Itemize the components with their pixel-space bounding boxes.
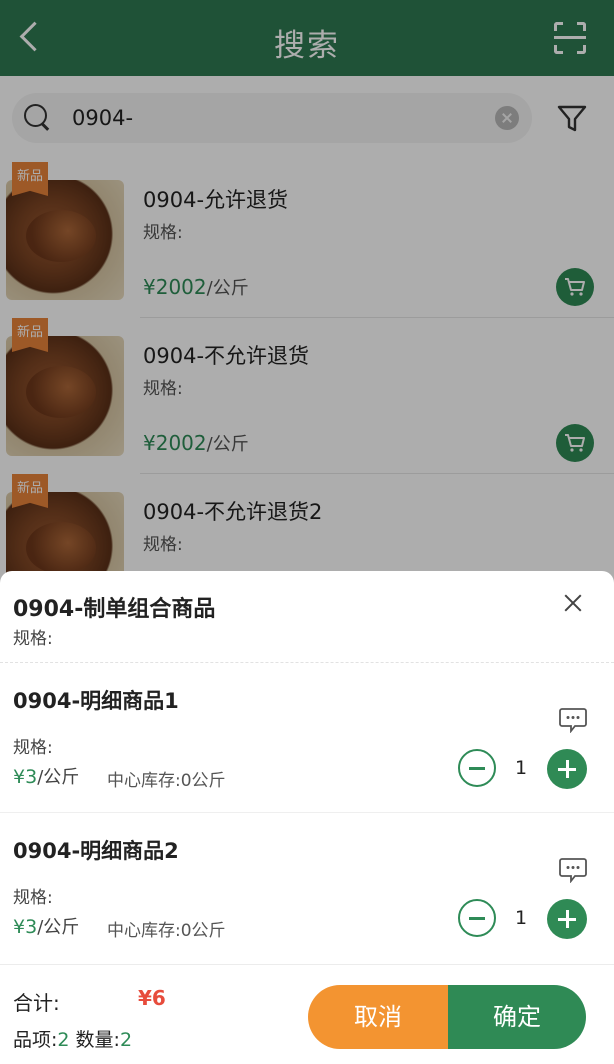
confirm-button[interactable]: 确定 (448, 985, 586, 1049)
decrease-button[interactable] (458, 899, 496, 937)
stock-label: 中心库存:0公斤 (107, 921, 226, 941)
sheet-header: 0904-制单组合商品 规格: (0, 571, 614, 663)
increase-button[interactable] (547, 749, 587, 789)
detail-price: ¥3/公斤 (13, 766, 80, 788)
detail-name: 0904-明细商品1 (13, 689, 179, 713)
sheet-spec: 规格: (13, 629, 53, 649)
detail-spec: 规格: (13, 738, 53, 758)
decrease-button[interactable] (458, 749, 496, 787)
total-label: 合计: (13, 991, 60, 1015)
comment-icon[interactable] (559, 857, 587, 884)
total-amount: ¥6 (138, 986, 166, 1010)
stock-label: 中心库存:0公斤 (107, 771, 226, 791)
cancel-button[interactable]: 取消 (308, 985, 448, 1049)
detail-item: 0904-明细商品1 规格: ¥3/公斤 中心库存:0公斤 1 (0, 663, 614, 813)
increase-button[interactable] (547, 899, 587, 939)
item-count-summary: 品项:2 数量:2 (13, 1029, 133, 1051)
detail-item: 0904-明细商品2 规格: ¥3/公斤 中心库存:0公斤 1 (0, 813, 614, 963)
sheet-footer: 合计: ¥6 品项:2 数量:2 取消 确定 (0, 964, 614, 1064)
detail-spec: 规格: (13, 888, 53, 908)
detail-name: 0904-明细商品2 (13, 839, 179, 863)
quantity-value[interactable]: 1 (505, 757, 537, 779)
quantity-value[interactable]: 1 (505, 907, 537, 929)
comment-icon[interactable] (559, 707, 587, 734)
sheet-title: 0904-制单组合商品 (13, 597, 216, 622)
close-icon[interactable] (561, 591, 585, 615)
combo-product-sheet: 0904-制单组合商品 规格: 0904-明细商品1 规格: ¥3/公斤 中心库… (0, 571, 614, 1064)
detail-price: ¥3/公斤 (13, 916, 80, 938)
